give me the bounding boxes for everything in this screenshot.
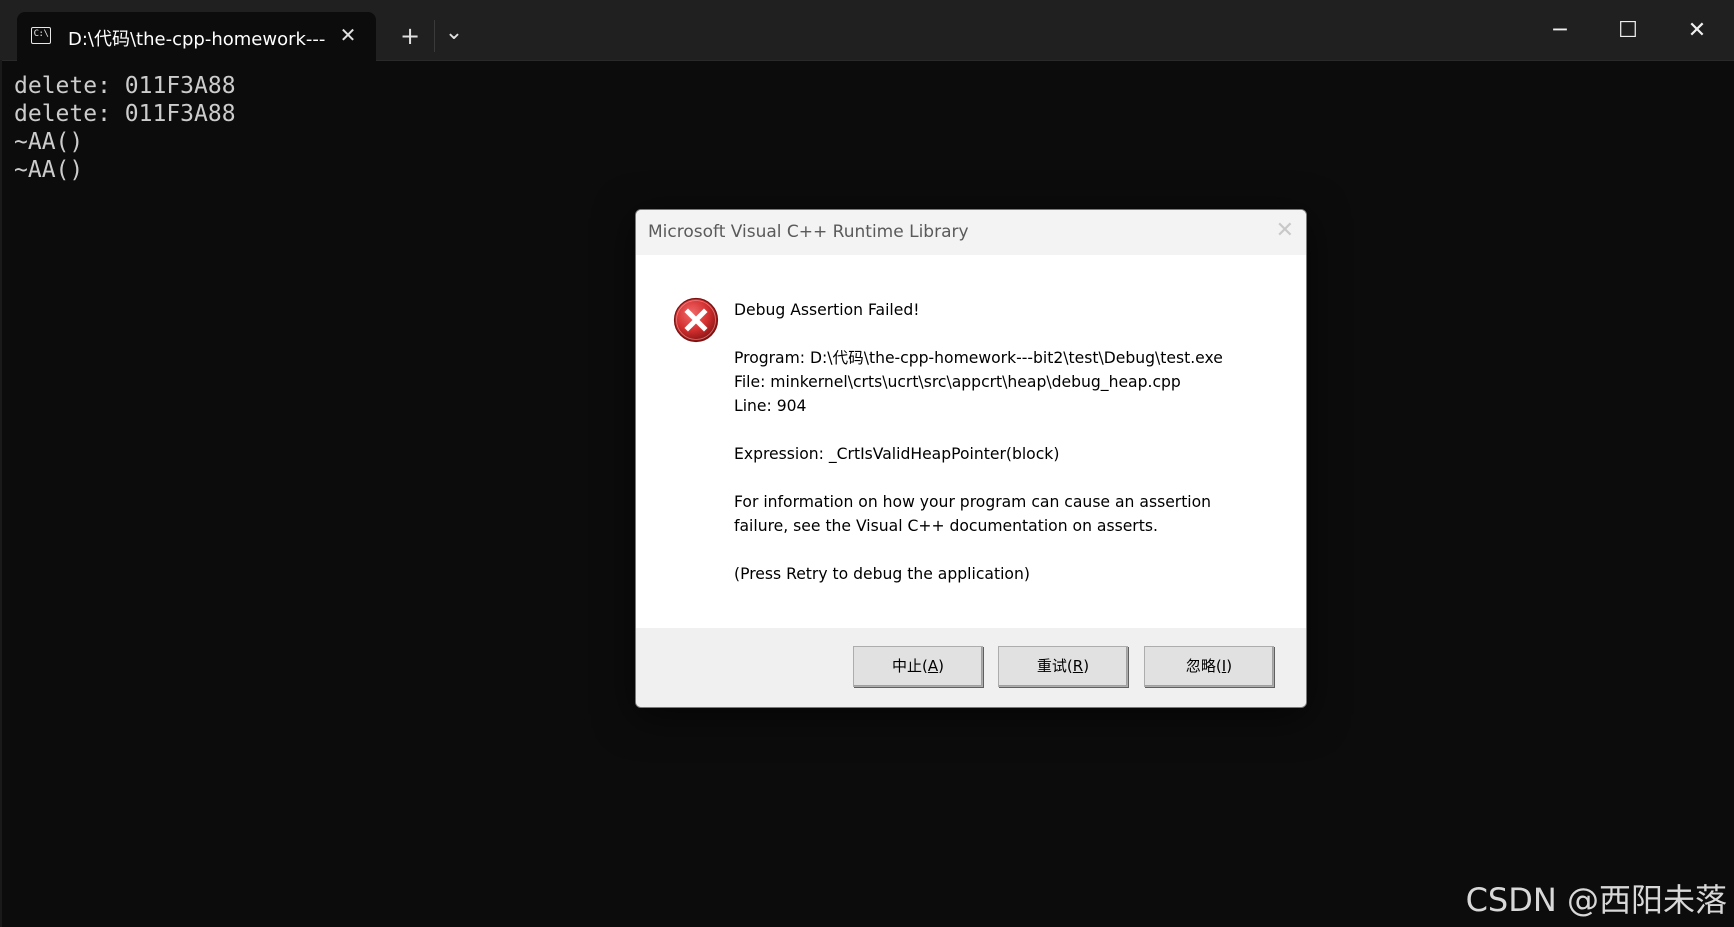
info-text: failure, see the Visual C++ documentatio…: [734, 517, 1158, 535]
console-line: delete: 011F3A88: [14, 101, 236, 127]
title-bar: C:\ D:\代码\the-cpp-homework--- ✕ + ⌄ ─ ☐ …: [0, 0, 1734, 61]
retry-end: ): [1083, 657, 1090, 675]
error-icon: [673, 297, 719, 343]
abort-end: ): [938, 657, 944, 675]
file-path: File: minkernel\crts\ucrt\src\appcrt\hea…: [734, 373, 1181, 391]
console-line: delete: 011F3A88: [14, 73, 236, 99]
expression: Expression: _CrtIsValidHeapPointer(block…: [734, 445, 1060, 463]
terminal-icon: C:\: [31, 27, 51, 44]
retry-label: 重试(: [1036, 657, 1073, 675]
terminal-tab[interactable]: C:\ D:\代码\the-cpp-homework--- ✕: [17, 12, 376, 61]
retry-hint: (Press Retry to debug the application): [734, 565, 1030, 583]
dialog-title-bar: Microsoft Visual C++ Runtime Library ✕: [636, 210, 1306, 255]
dialog-close-icon[interactable]: ✕: [1276, 218, 1294, 243]
line-number: Line: 904: [734, 397, 807, 415]
dialog-heading: Debug Assertion Failed!: [734, 301, 920, 319]
abort-button[interactable]: 中止(A): [853, 646, 983, 687]
info-text: For information on how your program can …: [734, 493, 1212, 511]
dialog-title: Microsoft Visual C++ Runtime Library: [648, 222, 969, 242]
console-output: delete: 011F3A88 delete: 011F3A88 ~AA() …: [14, 72, 236, 184]
watermark: CSDN @西阳未落: [1465, 881, 1727, 919]
ignore-label: 忽略(: [1185, 657, 1222, 675]
tab-close-icon[interactable]: ✕: [335, 22, 361, 48]
minimize-button[interactable]: ─: [1530, 6, 1590, 56]
window-edge: [0, 60, 2, 927]
program-path: Program: D:\代码\the-cpp-homework---bit2\t…: [734, 349, 1223, 367]
retry-button[interactable]: 重试(R): [998, 646, 1128, 687]
close-window-button[interactable]: ✕: [1667, 6, 1727, 56]
console-line: ~AA(): [14, 129, 84, 155]
console-line: ~AA(): [14, 157, 84, 183]
tab-title: D:\代码\the-cpp-homework---: [68, 29, 326, 50]
assertion-dialog: Microsoft Visual C++ Runtime Library ✕ D…: [635, 209, 1307, 708]
abort-label: 中止(: [892, 657, 928, 675]
maximize-button[interactable]: ☐: [1598, 6, 1658, 56]
abort-key: A: [927, 657, 939, 675]
ignore-end: ): [1226, 657, 1233, 675]
dialog-message: Debug Assertion Failed! Program: D:\代码\t…: [734, 298, 1223, 586]
new-tab-button[interactable]: +: [390, 18, 430, 54]
tab-dropdown-icon[interactable]: ⌄: [434, 18, 474, 54]
retry-key: R: [1072, 657, 1084, 675]
ignore-button[interactable]: 忽略(I): [1144, 646, 1274, 687]
